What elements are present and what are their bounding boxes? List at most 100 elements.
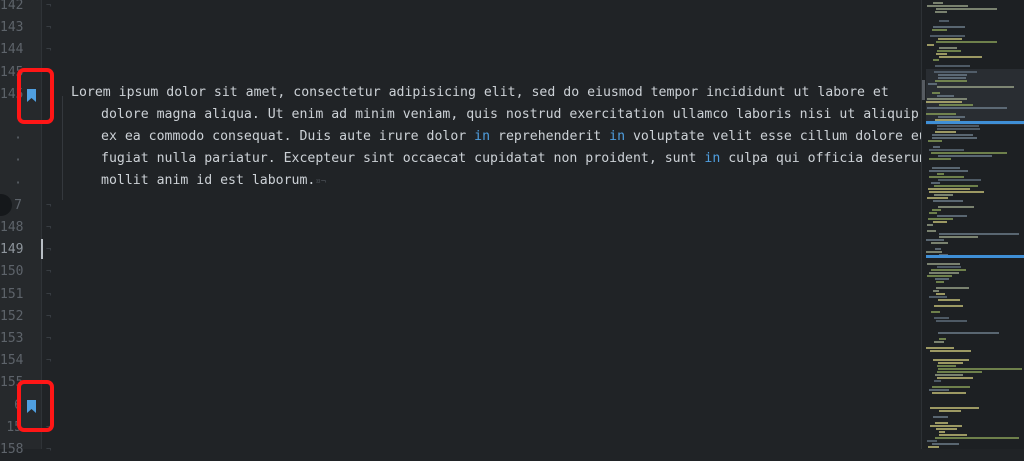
- line-end-marker: ¬: [46, 1, 52, 11]
- minimap-code-line: [938, 77, 966, 79]
- minimap-code-line: [938, 38, 962, 40]
- line-number[interactable]: ·: [0, 150, 22, 172]
- minimap-code-line: [932, 392, 966, 394]
- minimap-highlight-line: [926, 121, 1024, 124]
- keyword-in: in: [609, 129, 626, 144]
- minimap-code-line: [934, 305, 963, 307]
- line-number[interactable]: 154: [0, 350, 23, 372]
- minimap-code-line: [937, 86, 1014, 88]
- minimap-code-line: [932, 386, 970, 388]
- minimap-code-line: [931, 269, 966, 271]
- minimap-code-line: [938, 179, 981, 181]
- minimap-code-line: [936, 293, 945, 295]
- minimap-code-line: [926, 113, 956, 115]
- line-end-marker: ¬: [46, 290, 52, 300]
- minimap-code-line: [929, 191, 984, 193]
- minimap-code-line: [937, 365, 956, 367]
- line-number[interactable]: 151: [0, 284, 23, 306]
- minimap-code-line: [938, 362, 963, 364]
- minimap-code-line: [929, 149, 964, 151]
- minimap-code-line: [939, 338, 946, 340]
- minimap-code-line: [933, 221, 947, 223]
- line-end-marker: ¬: [46, 267, 52, 277]
- minimap-code-line: [933, 200, 963, 202]
- annotation-highlight-box: [17, 380, 54, 432]
- minimap-code-line: [927, 224, 933, 226]
- minimap-code-line: [939, 431, 945, 433]
- minimap-code-line: [938, 368, 1022, 370]
- keyword-in: in: [474, 129, 491, 144]
- line-number[interactable]: ·: [0, 173, 22, 195]
- text-cursor: [41, 239, 43, 259]
- minimap-code-line: [927, 230, 936, 232]
- minimap-code-line: [927, 440, 937, 442]
- line-number[interactable]: 144: [0, 39, 23, 61]
- minimap-code-line: [938, 116, 965, 118]
- minimap-code-line: [937, 371, 982, 373]
- minimap-code-line: [932, 209, 941, 211]
- minimap-code-line: [933, 290, 939, 292]
- minimap-code-line: [927, 275, 952, 277]
- minimap-code-line: [939, 410, 961, 412]
- minimap-code-line: [934, 71, 977, 73]
- minimap-code-line: [934, 185, 978, 187]
- minimap-code-line: [938, 74, 967, 76]
- minimap-code-line: [931, 182, 940, 184]
- minimap-code-line: [935, 374, 963, 376]
- line-number[interactable]: 149: [0, 239, 23, 261]
- minimap-code-line: [931, 242, 948, 244]
- minimap-code-line: [933, 146, 940, 148]
- minimap-code-line: [936, 320, 967, 322]
- minimap-code-line: [927, 5, 968, 7]
- line-number[interactable]: 143: [0, 17, 23, 39]
- annotation-highlight-box: [17, 68, 54, 124]
- minimap-code-line: [935, 131, 956, 133]
- line-number[interactable]: 7: [0, 195, 22, 217]
- scrollbar-thumb[interactable]: [922, 80, 925, 100]
- minimap-code-line: [933, 59, 939, 61]
- minimap-code-line: [933, 2, 943, 4]
- minimap-code-line: [934, 341, 944, 343]
- minimap-code-line: [936, 281, 944, 283]
- line-number[interactable]: 153: [0, 328, 23, 350]
- line-number[interactable]: 150: [0, 261, 23, 283]
- minimap-code-line: [936, 8, 997, 10]
- minimap-code-line: [933, 26, 965, 28]
- minimap-code-line: [938, 299, 960, 301]
- minimap-code-line: [932, 137, 977, 139]
- minimap-code-line: [934, 317, 949, 319]
- line-number[interactable]: ·: [0, 128, 22, 150]
- line-number[interactable]: 158: [0, 439, 23, 461]
- minimap-code-line: [931, 152, 1007, 154]
- minimap-code-line: [934, 380, 941, 382]
- minimap-code-line: [928, 83, 937, 85]
- minimap-code-line: [937, 173, 944, 175]
- minimap-code-line: [936, 428, 957, 430]
- wrapped-paragraph[interactable]: Lorem ipsum dolor sit amet, consectetur …: [71, 82, 941, 193]
- minimap-code-line: [932, 443, 959, 445]
- minimap-code-line: [932, 167, 960, 169]
- minimap-code-line: [934, 194, 953, 196]
- minimap-code-line: [932, 92, 940, 94]
- minimap-code-line: [939, 20, 949, 22]
- minimap-code-line: [939, 434, 967, 436]
- text-segment: reprehenderit: [490, 129, 610, 144]
- line-end-marker: ¬: [46, 312, 52, 322]
- line-number[interactable]: 142: [0, 0, 23, 17]
- minimap-code-line: [929, 389, 949, 391]
- minimap-code-line: [935, 437, 1019, 439]
- line-end-marker: ¬: [46, 23, 52, 33]
- minimap-code-line: [936, 53, 947, 55]
- minimap-code-line: [929, 296, 947, 298]
- line-end-marker: ¬: [46, 223, 52, 233]
- line-number[interactable]: 152: [0, 306, 23, 328]
- minimap-code-line: [927, 107, 1007, 109]
- minimap-divider: [921, 0, 922, 449]
- line-number[interactable]: 148: [0, 217, 23, 239]
- minimap-code-line: [930, 350, 971, 352]
- line-end-marker: ¬: [46, 45, 52, 55]
- keyword-in: in: [704, 151, 721, 166]
- minimap-code-line: [929, 158, 951, 160]
- minimap-code-line: [933, 416, 948, 418]
- minimap-code-line: [929, 272, 959, 274]
